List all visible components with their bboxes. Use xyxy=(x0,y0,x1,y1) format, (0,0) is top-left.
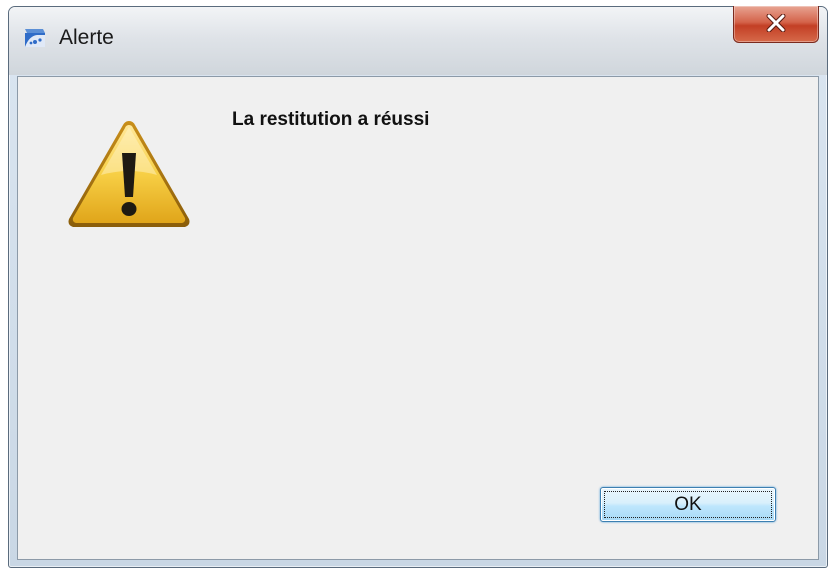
title-bar[interactable]: Alerte xyxy=(9,6,827,75)
ok-button[interactable]: OK xyxy=(600,487,776,522)
dialog-body: La restitution a réussi OK xyxy=(17,76,819,560)
dialog-message: La restitution a réussi xyxy=(232,109,430,130)
alert-window: Alerte La restitution a réussi OK xyxy=(8,6,828,568)
close-button[interactable] xyxy=(733,6,819,43)
app-icon xyxy=(23,27,47,49)
window-title: Alerte xyxy=(59,26,114,49)
ok-button-label: OK xyxy=(674,494,702,515)
warning-icon xyxy=(63,115,195,235)
close-icon xyxy=(766,14,786,32)
